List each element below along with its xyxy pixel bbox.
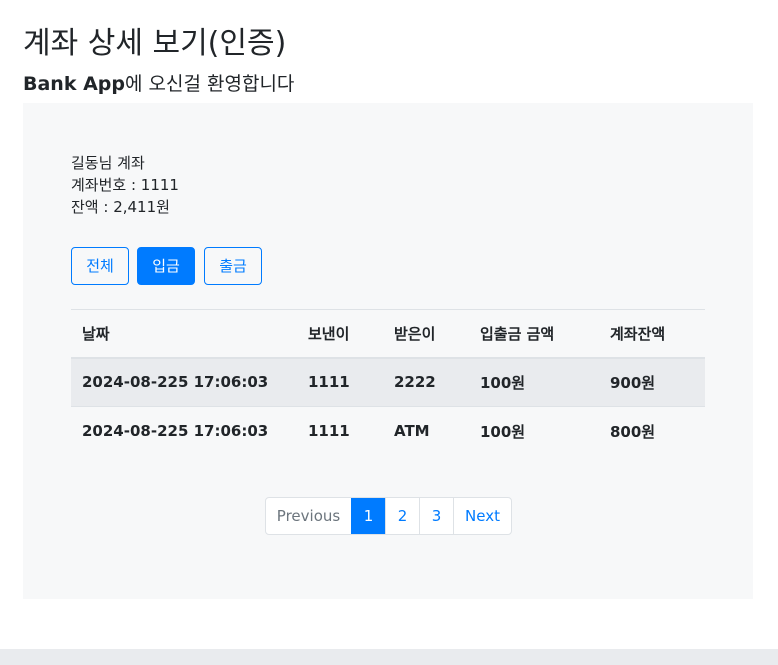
page-title: 계좌 상세 보기(인증) — [23, 26, 287, 61]
filter-deposit-button[interactable]: 입금 — [137, 247, 195, 285]
header-balance: 계좌잔액 — [610, 324, 666, 343]
welcome-text: 에 오신걸 환영합니다 — [125, 73, 295, 95]
welcome-subtitle: Bank App에 오신걸 환영합니다 — [23, 70, 294, 98]
cell-balance: 900원 — [610, 373, 656, 392]
header-sender: 보낸이 — [308, 324, 350, 343]
transaction-table: 날짜 보낸이 받은이 입출금 금액 계좌잔액 2024-08-225 17:06… — [71, 309, 705, 456]
header-date: 날짜 — [82, 324, 110, 343]
table-row: 2024-08-225 17:06:03 1111 2222 100원 900원 — [71, 357, 705, 407]
pagination-page-2[interactable]: 2 — [385, 498, 419, 534]
cell-amount: 100원 — [480, 422, 526, 441]
cell-receiver: 2222 — [394, 373, 436, 392]
filter-withdraw-button[interactable]: 출금 — [204, 247, 262, 285]
page: 계좌 상세 보기(인증) Bank App에 오신걸 환영합니다 길동님 계좌 … — [0, 0, 778, 665]
cell-date: 2024-08-225 17:06:03 — [82, 373, 269, 392]
cell-receiver: ATM — [394, 422, 430, 441]
pagination-next[interactable]: Next — [453, 498, 511, 534]
account-detail-panel: 길동님 계좌 계좌번호 : 1111 잔액 : 2,411원 전체 입금 출금 … — [23, 103, 753, 599]
table-header-row: 날짜 보낸이 받은이 입출금 금액 계좌잔액 — [71, 309, 705, 358]
footer-bar — [0, 649, 778, 665]
cell-sender: 1111 — [308, 373, 350, 392]
header-amount: 입출금 금액 — [480, 324, 555, 343]
pagination-page-3[interactable]: 3 — [419, 498, 453, 534]
account-info: 길동님 계좌 계좌번호 : 1111 잔액 : 2,411원 — [71, 152, 179, 218]
pagination-previous[interactable]: Previous — [266, 498, 351, 534]
pagination-page-1[interactable]: 1 — [351, 498, 385, 534]
table-row: 2024-08-225 17:06:03 1111 ATM 100원 800원 — [71, 407, 705, 456]
brand-name: Bank App — [23, 73, 125, 95]
cell-balance: 800원 — [610, 422, 656, 441]
cell-sender: 1111 — [308, 422, 350, 441]
account-balance: 잔액 : 2,411원 — [71, 198, 170, 216]
cell-date: 2024-08-225 17:06:03 — [82, 422, 269, 441]
account-owner: 길동님 계좌 — [71, 154, 145, 172]
pagination: Previous 1 2 3 Next — [265, 497, 512, 535]
cell-amount: 100원 — [480, 373, 526, 392]
header-receiver: 받은이 — [394, 324, 436, 343]
account-number: 계좌번호 : 1111 — [71, 176, 179, 194]
filter-all-button[interactable]: 전체 — [71, 247, 129, 285]
